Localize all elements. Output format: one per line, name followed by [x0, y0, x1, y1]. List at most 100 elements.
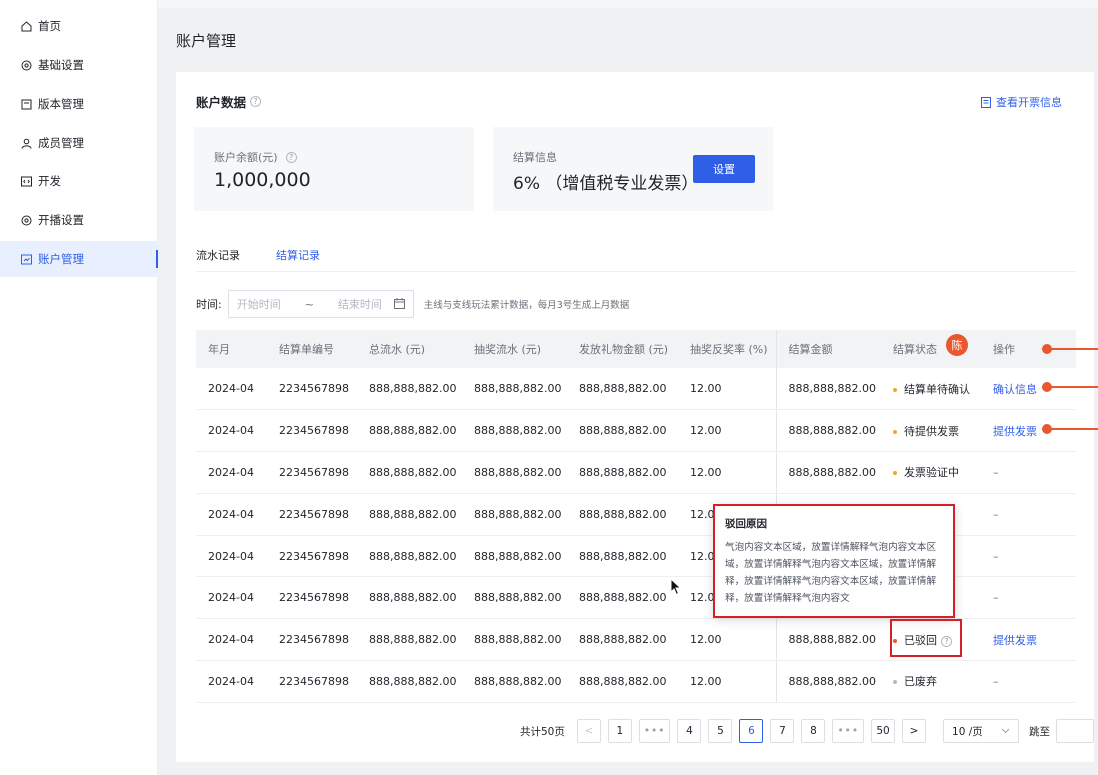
- home-icon: [20, 20, 32, 32]
- jump-label: 跳至: [1029, 725, 1051, 738]
- settings-icon: [20, 59, 32, 71]
- status-dot: [893, 387, 897, 392]
- action-placeholder: –: [993, 674, 999, 688]
- page-button[interactable]: 8: [801, 719, 826, 743]
- cell-gift: 888,888,882.00: [567, 535, 678, 578]
- tooltip-body: 气泡内容文本区域，放置详情解释气泡内容文本区域，放置详情解释气泡内容文本区域，放…: [725, 542, 937, 604]
- page-size-select[interactable]: 10 /页: [943, 719, 1020, 743]
- cell-month: 2024-04: [196, 368, 267, 411]
- action-placeholder: –: [993, 507, 999, 521]
- annotation-pointer: [1042, 424, 1098, 434]
- help-icon[interactable]: ?: [285, 151, 297, 163]
- sidebar: 首页 基础设置 版本管理成员管理开发 开播设置 账户管理: [0, 0, 158, 775]
- column-header: 抽奖流水 (元): [462, 330, 567, 368]
- action-placeholder: –: [993, 591, 999, 605]
- cell-lottery: 888,888,882.00: [462, 368, 567, 411]
- cell-month: 2024-04: [196, 618, 267, 662]
- status-cell: 待提供发票: [881, 409, 981, 453]
- status-dot: [893, 429, 897, 434]
- jump-page-input[interactable]: [1056, 719, 1095, 743]
- page-ellipsis[interactable]: •••: [832, 719, 865, 743]
- balance-label-row: 账户余额(元) ?: [214, 149, 297, 165]
- column-header: 抽奖反奖率 (%): [678, 330, 776, 368]
- cell-lottery: 888,888,882.00: [462, 493, 567, 536]
- cell-amount: 888,888,882.00: [775, 368, 881, 411]
- document-icon: [981, 96, 991, 108]
- section-title-text: 账户数据: [196, 95, 247, 110]
- sidebar-item[interactable]: 开发: [0, 163, 158, 199]
- status-badge: 发票验证中: [904, 466, 959, 480]
- time-filter: 时间: 开始时间 ~ 结束时间 主线与支线玩法累计数据，每月3号生成上月数据: [196, 290, 629, 318]
- page-button[interactable]: 4: [677, 719, 702, 743]
- sidebar-item[interactable]: 账户管理: [0, 241, 158, 277]
- prev-page-button[interactable]: <: [576, 719, 601, 743]
- cell-total: 888,888,882.00: [357, 493, 462, 536]
- cell-rate: 12.00: [678, 660, 776, 703]
- status-dot: [893, 680, 897, 685]
- sidebar-item[interactable]: 首页: [0, 8, 158, 44]
- settings-button[interactable]: 设置: [693, 155, 755, 183]
- page-button[interactable]: 50: [871, 719, 896, 743]
- cell-month: 2024-04: [196, 409, 267, 453]
- user-icon: [20, 137, 32, 149]
- action-link[interactable]: 提供发票: [993, 634, 1037, 647]
- sidebar-item[interactable]: 成员管理: [0, 125, 158, 161]
- top-band: [158, 0, 1098, 8]
- action-link[interactable]: 确认信息: [993, 383, 1037, 396]
- account-icon: [20, 253, 32, 265]
- cell-month: 2024-04: [196, 535, 267, 578]
- sidebar-item[interactable]: 基础设置: [0, 47, 158, 83]
- cell-month: 2024-04: [196, 576, 267, 620]
- column-header: 年月: [196, 330, 267, 368]
- view-invoice-link[interactable]: 查看开票信息: [981, 94, 1062, 110]
- sidebar-item[interactable]: 版本管理: [0, 86, 158, 122]
- cell-id: 2234567898: [267, 493, 357, 536]
- status-badge: 已废弃: [904, 675, 937, 689]
- status-badge: 结算单待确认: [904, 382, 970, 396]
- cell-month: 2024-04: [196, 493, 267, 536]
- page-button[interactable]: 7: [770, 719, 795, 743]
- next-page-button[interactable]: >: [902, 719, 927, 743]
- chevron-down-icon: [1001, 725, 1010, 737]
- start-date-input[interactable]: 开始时间: [237, 296, 281, 312]
- page-button[interactable]: 1: [607, 719, 632, 743]
- cell-lottery: 888,888,882.00: [462, 535, 567, 578]
- cell-rate: 12.00: [678, 451, 776, 494]
- cell-gift: 888,888,882.00: [567, 409, 678, 453]
- cell-month: 2024-04: [196, 451, 267, 494]
- page-button[interactable]: 5: [708, 719, 733, 743]
- cell-lottery: 888,888,882.00: [462, 618, 567, 662]
- cell-lottery: 888,888,882.00: [462, 576, 567, 620]
- table-row: 2024-04 2234567898 888,888,882.00 888,888,8…: [196, 409, 1076, 453]
- cell-total: 888,888,882.00: [357, 618, 462, 662]
- tab-transaction-records[interactable]: 流水记录: [196, 247, 240, 263]
- cell-id: 2234567898: [267, 368, 357, 411]
- account-card: 账户数据 ? 查看开票信息 账户余额(元) ? 1,000,000 结算信息 6…: [176, 72, 1095, 762]
- status-cell: 结算单待确认: [881, 368, 981, 411]
- balance-label: 账户余额(元): [214, 151, 278, 164]
- cell-gift: 888,888,882.00: [567, 368, 678, 411]
- page-button[interactable]: 6: [739, 719, 764, 743]
- reject-reason-tooltip: 驳回原因 气泡内容文本区域，放置详情解释气泡内容文本区域，放置详情解释气泡内容文…: [713, 504, 955, 618]
- date-range-picker[interactable]: 开始时间 ~ 结束时间: [227, 290, 414, 318]
- action-link[interactable]: 提供发票: [993, 425, 1037, 438]
- table-row: 2024-04 2234567898 888,888,882.00 888,888,8…: [196, 660, 1076, 703]
- range-separator: ~: [304, 297, 314, 311]
- status-cell: 已废弃: [881, 660, 981, 703]
- page-ellipsis[interactable]: •••: [638, 719, 671, 743]
- end-date-input[interactable]: 结束时间: [338, 296, 382, 312]
- cell-month: 2024-04: [196, 660, 267, 703]
- cell-id: 2234567898: [267, 535, 357, 578]
- status-dot: [893, 471, 897, 476]
- sidebar-item[interactable]: 开播设置: [0, 202, 158, 238]
- action-cell: –: [981, 493, 1076, 536]
- cell-lottery: 888,888,882.00: [462, 660, 567, 703]
- cell-rate: 12.00: [678, 368, 776, 411]
- table-row: 2024-04 2234567898 888,888,882.00 888,888,8…: [196, 368, 1076, 411]
- sidebar-item-label: 成员管理: [38, 136, 84, 150]
- tab-settlement-records[interactable]: 结算记录: [276, 247, 320, 263]
- column-header: 结算金额: [775, 330, 881, 368]
- page-size-value: 10 /页: [952, 725, 983, 738]
- help-icon[interactable]: ?: [250, 96, 262, 107]
- cell-gift: 888,888,882.00: [567, 451, 678, 494]
